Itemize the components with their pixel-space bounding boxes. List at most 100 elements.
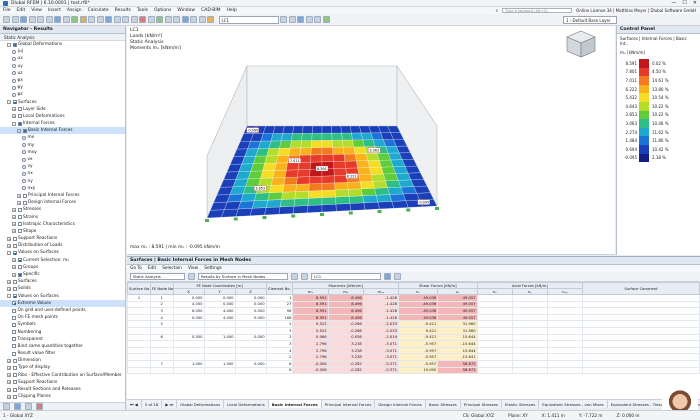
minimize-button[interactable]: — (671, 0, 676, 6)
view-iso-icon[interactable] (105, 16, 112, 23)
nav-item[interactable]: - Surfaces (0, 99, 125, 106)
print-icon[interactable] (28, 16, 36, 23)
checkbox[interactable] (12, 322, 16, 327)
menu-results[interactable]: Results (115, 8, 131, 13)
result-tab[interactable]: Elastic Stresses (502, 400, 540, 408)
expand-icon[interactable]: + (12, 215, 16, 220)
table-row[interactable]: 1 1 0.000 0.000 0.000 1 8.591 8.496 -1.428 49.036… (127, 294, 700, 302)
layer-select[interactable]: 1 - Default Base Layer (563, 16, 617, 24)
result-tab[interactable]: Equivalent Stresses - von Mises (539, 400, 608, 408)
results-menu-selection[interactable]: Selection (162, 266, 182, 271)
nav-item[interactable]: nxy (0, 185, 125, 192)
expand-icon[interactable]: + (7, 387, 11, 392)
result-tab[interactable]: Local Deformations (224, 400, 269, 408)
col-fenode[interactable]: FE Node No. (149, 282, 174, 295)
nav-item[interactable]: φx (0, 77, 125, 84)
checkbox[interactable] (12, 308, 16, 313)
pager-next-icon[interactable]: ▶ ⏭ (162, 400, 178, 408)
nav-results-tab-icon[interactable] (36, 403, 43, 410)
radio-button[interactable] (12, 49, 16, 54)
nav-item[interactable]: Bind same quantities together (0, 343, 125, 350)
expand-icon[interactable]: + (7, 286, 11, 291)
checkbox[interactable] (12, 351, 16, 356)
view-y-icon[interactable] (122, 16, 129, 23)
next-icon[interactable] (301, 273, 308, 280)
search-input[interactable]: Type a keyword (Alt+Q) (502, 8, 573, 13)
collapse-icon[interactable]: - (17, 128, 21, 133)
menu-help[interactable]: Help (227, 8, 237, 13)
report-icon[interactable] (322, 16, 330, 23)
expand-icon[interactable]: + (7, 373, 11, 378)
menu-cad-bim[interactable]: CAD-BIM (201, 8, 220, 13)
nav-item[interactable]: ux (0, 55, 125, 62)
checkbox[interactable] (12, 344, 16, 349)
calculate-icon[interactable] (71, 16, 78, 23)
expand-icon[interactable]: + (12, 265, 16, 270)
zoom-to-icon[interactable] (394, 273, 401, 280)
nav-item[interactable]: + Groups (0, 264, 125, 271)
nav-item[interactable]: + Clipping Planes (0, 393, 125, 400)
nav-item[interactable]: + Local Deformations (0, 113, 125, 120)
menu-insert[interactable]: Insert (48, 8, 61, 13)
table-row[interactable]: 4 0.000 4.000 0.000 168 8.591 8.496 -1.428 49.03… (127, 313, 700, 322)
nav-item[interactable]: Transparent (0, 336, 125, 343)
checkbox[interactable] (17, 265, 22, 270)
maximize-button[interactable]: ☐ (682, 0, 686, 6)
checkbox[interactable] (17, 121, 22, 126)
result-tab[interactable]: Design Internal Forces (375, 400, 426, 408)
nav-item[interactable]: Result value filter (0, 350, 125, 357)
radio-button[interactable] (22, 179, 26, 184)
nav-item[interactable]: + Distribution of Loads (0, 242, 125, 249)
render-icon[interactable] (181, 16, 189, 23)
checkbox[interactable] (12, 315, 16, 320)
nav-item[interactable]: mxy (0, 149, 125, 156)
checkbox[interactable] (12, 373, 17, 378)
nav-item[interactable]: - Values on Surfaces (0, 249, 125, 256)
expand-icon[interactable]: + (12, 222, 16, 227)
navigator-subtitle[interactable]: Static Analysis (0, 34, 125, 41)
results-lc-select[interactable]: LC1 (311, 273, 381, 280)
nav-item[interactable]: - Basic Internal Forces (0, 127, 125, 135)
result-tab[interactable]: Principal Stresses (461, 400, 502, 408)
nav-item[interactable]: + Isotropic Characteristics (0, 221, 125, 228)
view-z-icon[interactable] (130, 16, 138, 23)
nav-item[interactable]: - Internal Forces (0, 120, 125, 127)
snap-icon[interactable] (198, 16, 206, 23)
radio-button[interactable] (12, 85, 16, 90)
nav-item[interactable]: + Dimension (0, 357, 125, 364)
nav-item[interactable]: vx (0, 156, 125, 163)
stop-icon[interactable] (139, 16, 146, 23)
nav-item[interactable]: On FE mesh points (0, 314, 125, 321)
expand-icon[interactable]: + (7, 380, 11, 385)
nav-item[interactable]: + Support Reactions (0, 379, 125, 386)
table-row[interactable]: 4 2.796 3.238 -3.071 -5.957 15.644 (127, 346, 700, 355)
radio-button[interactable] (12, 71, 16, 76)
checkbox[interactable] (17, 258, 22, 263)
checkbox[interactable] (12, 100, 17, 105)
nav-item[interactable]: + Solids (0, 285, 125, 292)
checkbox[interactable] (12, 286, 17, 291)
nav-item[interactable]: Symbols (0, 321, 125, 328)
export-excel-icon[interactable] (384, 273, 391, 280)
color-legend[interactable]: 8.591 0.02 % 7.801 4.50 % 7.011 14.61 % 6.222 1… (617, 59, 700, 163)
result-tab[interactable]: Equivalent Stresses - Tresca (608, 400, 670, 408)
radio-button[interactable] (12, 78, 16, 83)
collapse-icon[interactable]: - (7, 42, 11, 47)
checkbox[interactable] (22, 193, 27, 198)
radio-button[interactable] (12, 56, 16, 61)
expand-icon[interactable]: + (17, 200, 21, 205)
section-icon[interactable] (164, 16, 172, 23)
expand-icon[interactable]: + (7, 243, 11, 248)
checkbox[interactable] (12, 358, 17, 363)
nav-item[interactable]: - Values on Surfaces (0, 293, 125, 300)
view-x-icon[interactable] (113, 16, 121, 23)
checkbox[interactable] (17, 215, 22, 220)
zoom-icon[interactable] (88, 16, 95, 23)
radio-button[interactable] (22, 171, 26, 176)
nav-item[interactable]: + Layer Side (0, 106, 125, 113)
results-menu-settings[interactable]: Settings (204, 266, 222, 271)
col-surface[interactable]: Surface No. (127, 282, 151, 295)
expand-icon[interactable]: + (7, 394, 11, 399)
nav-item[interactable]: uy (0, 63, 125, 70)
results-menu-goto[interactable]: Go To (130, 266, 142, 271)
